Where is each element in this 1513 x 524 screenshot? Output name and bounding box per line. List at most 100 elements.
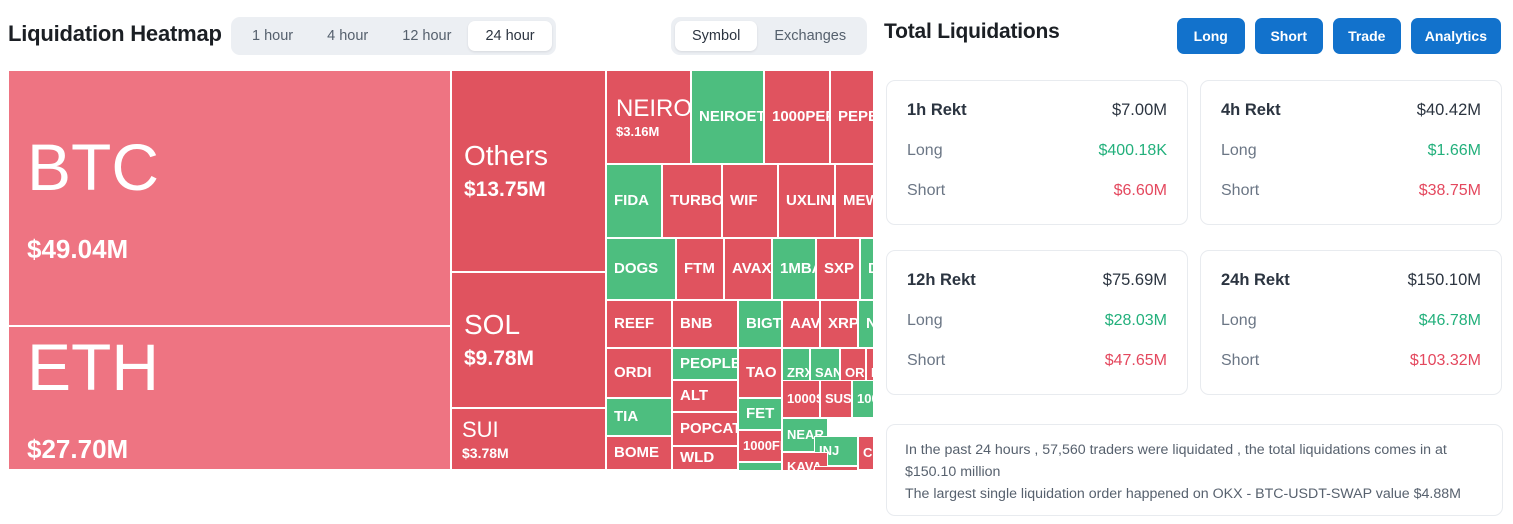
treemap-tile-value: $27.70M	[27, 434, 129, 464]
treemap-tile-fida[interactable]: FIDA	[606, 164, 662, 238]
stat-period-label: 1h Rekt	[907, 101, 967, 119]
treemap-tile-symbol: PEPE	[838, 108, 873, 126]
short-button[interactable]: Short	[1254, 18, 1323, 54]
stat-row-total: 4h Rekt $40.42M	[1221, 101, 1481, 120]
treemap-tile-fet[interactable]: FET	[738, 398, 782, 430]
stat-short-value: $103.32M	[1409, 352, 1481, 369]
treemap-tile-value: $13.75M	[464, 177, 546, 201]
stat-total-value: $150.10M	[1407, 271, 1481, 289]
timeframe-tab-1-hour[interactable]: 1 hour	[235, 21, 310, 51]
treemap-tile-symbol: FTM	[684, 260, 715, 278]
treemap-tile-dogs[interactable]: DOGS	[606, 238, 676, 300]
treemap-tile-1000bonk[interactable]: 1000BONK	[852, 380, 873, 418]
treemap-tile-symbol: Others	[464, 140, 549, 172]
stat-row-short: Short $103.32M	[1221, 352, 1481, 370]
treemap-tile-1000sats[interactable]: 1000SATS	[782, 380, 820, 418]
treemap-tile-people[interactable]: PEOPLE	[672, 348, 738, 380]
stat-card-4h-rekt: 4h Rekt $40.42M Long $1.66M Short $38.75M	[1200, 80, 1502, 225]
treemap-tile-mew[interactable]: MEW	[835, 164, 873, 238]
stat-row-total: 24h Rekt $150.10M	[1221, 271, 1481, 290]
stat-long-value: $28.03M	[1104, 312, 1167, 329]
stat-row-short: Short $6.60M	[907, 182, 1167, 200]
timeframe-tab-group: 1 hour 4 hour 12 hour 24 hour	[231, 17, 556, 55]
treemap-tile-neiro[interactable]: NEIRO $3.16M	[606, 70, 691, 164]
treemap-tile-ftm[interactable]: FTM	[676, 238, 724, 300]
stat-row-long: Long $46.78M	[1221, 312, 1481, 330]
treemap-tile-not[interactable]: NOT	[858, 300, 873, 348]
stat-short-value: $6.60M	[1113, 182, 1167, 199]
treemap-tile-value: $3.78M	[462, 444, 509, 461]
treemap-tile-symbol: TURBO	[670, 192, 722, 210]
treemap-tile-eth[interactable]: ETH $27.70M	[8, 326, 451, 470]
treemap-tile-symbol: BOME	[614, 444, 659, 462]
treemap-tile-symbol: BNB	[680, 315, 713, 333]
treemap-tile-alt[interactable]: ALT	[672, 380, 738, 412]
treemap-tile-others[interactable]: Others $13.75M	[451, 70, 606, 272]
liquidation-treemap-chart[interactable]: BTC $49.04M ETH $27.70M Others $13.75M SOL $9.7…	[8, 70, 873, 470]
grouping-tab-exchanges[interactable]: Exchanges	[757, 21, 863, 51]
long-button[interactable]: Long	[1176, 18, 1245, 54]
timeframe-tab-24-hour[interactable]: 24 hour	[468, 21, 552, 51]
treemap-tile-sui[interactable]: SUI $3.78M	[451, 408, 606, 470]
stat-card-24h-rekt: 24h Rekt $150.10M Long $46.78M Short $103.32M	[1200, 250, 1502, 395]
stat-row-total: 12h Rekt $75.69M	[907, 271, 1167, 290]
stat-total-value: $75.69M	[1102, 271, 1167, 289]
treemap-tile-ton[interactable]: TON	[738, 462, 782, 470]
treemap-tile-crv[interactable]: CRV	[858, 436, 873, 470]
trade-button[interactable]: Trade	[1332, 18, 1401, 54]
treemap-tile-xrp[interactable]: XRP	[820, 300, 858, 348]
treemap-tile-ordi[interactable]: ORDI	[606, 348, 672, 398]
treemap-tile-symbol: FET	[746, 405, 775, 423]
treemap-tile-symbol: MEW	[843, 192, 873, 210]
treemap-tile-neiroeth[interactable]: NEIROETH	[691, 70, 764, 164]
treemap-tile-symbol: TAO	[746, 364, 777, 382]
treemap-tile-saga[interactable]: SAGA	[814, 466, 858, 470]
treemap-tile-symbol: 1000FLOKI	[743, 438, 781, 454]
treemap-tile-tao[interactable]: TAO	[738, 348, 782, 398]
treemap-tile-turbo[interactable]: TURBO	[662, 164, 722, 238]
treemap-tile-1000pepe[interactable]: 1000PEPE	[764, 70, 830, 164]
stat-long-label: Long	[907, 142, 943, 159]
analytics-button[interactable]: Analytics	[1410, 18, 1501, 54]
treemap-tile-symbol: PEOPLE	[680, 355, 738, 373]
treemap-tile-sxp[interactable]: SXP	[816, 238, 860, 300]
stat-card-1h-rekt: 1h Rekt $7.00M Long $400.18K Short $6.60M	[886, 80, 1188, 225]
treemap-tile-1mbabydoge[interactable]: 1MBABYDOGE	[772, 238, 816, 300]
timeframe-tab-4-hour[interactable]: 4 hour	[310, 21, 385, 51]
treemap-tile-popcat[interactable]: POPCAT	[672, 412, 738, 446]
treemap-tile-bnb[interactable]: BNB	[672, 300, 738, 348]
treemap-tile-value: $49.04M	[27, 234, 129, 264]
treemap-tile-value: $9.78M	[464, 346, 535, 370]
treemap-tile-btc[interactable]: BTC $49.04M	[8, 70, 451, 326]
treemap-tile-wld[interactable]: WLD	[672, 446, 738, 470]
treemap-tile-aave[interactable]: AAVE	[782, 300, 820, 348]
treemap-tile-symbol: SUSHI	[825, 391, 852, 407]
treemap-tile-value: $3.16M	[616, 123, 660, 139]
treemap-tile-1000floki[interactable]: 1000FLOKI	[738, 430, 782, 462]
treemap-tile-tia[interactable]: TIA	[606, 398, 672, 436]
treemap-tile-avax[interactable]: AVAX	[724, 238, 772, 300]
stat-row-long: Long $28.03M	[907, 312, 1167, 330]
treemap-tile-symbol: POPCAT	[680, 420, 738, 438]
treemap-tile-symbol: NEIROETH	[699, 108, 763, 126]
timeframe-tab-12-hour[interactable]: 12 hour	[385, 21, 468, 51]
stat-short-label: Short	[1221, 352, 1260, 369]
treemap-tile-reef[interactable]: REEF	[606, 300, 672, 348]
total-liquidations-title: Total Liquidations	[884, 20, 1060, 43]
treemap-tile-symbol: ZRX	[787, 365, 809, 381]
stat-row-long: Long $400.18K	[907, 142, 1167, 160]
treemap-tile-uxlink[interactable]: UXLINK	[778, 164, 835, 238]
treemap-tile-bigtime[interactable]: BIGTIME	[738, 300, 782, 348]
treemap-tile-doge[interactable]: DOGE	[860, 238, 873, 300]
treemap-tile-sol[interactable]: SOL $9.78M	[451, 272, 606, 408]
treemap-tile-sushi[interactable]: SUSHI	[820, 380, 852, 418]
grouping-tab-symbol[interactable]: Symbol	[675, 21, 758, 51]
treemap-tile-symbol: SOL	[464, 309, 521, 341]
treemap-tile-pepe[interactable]: PEPE	[830, 70, 873, 164]
treemap-tile-bome[interactable]: BOME	[606, 436, 672, 470]
stat-period-label: 12h Rekt	[907, 271, 976, 289]
treemap-tile-wif[interactable]: WIF	[722, 164, 778, 238]
treemap-tile-symbol: FIL	[871, 366, 873, 380]
treemap-tile-symbol: ETH	[27, 329, 159, 404]
treemap-tile-symbol: 1000PEPE	[772, 108, 829, 126]
